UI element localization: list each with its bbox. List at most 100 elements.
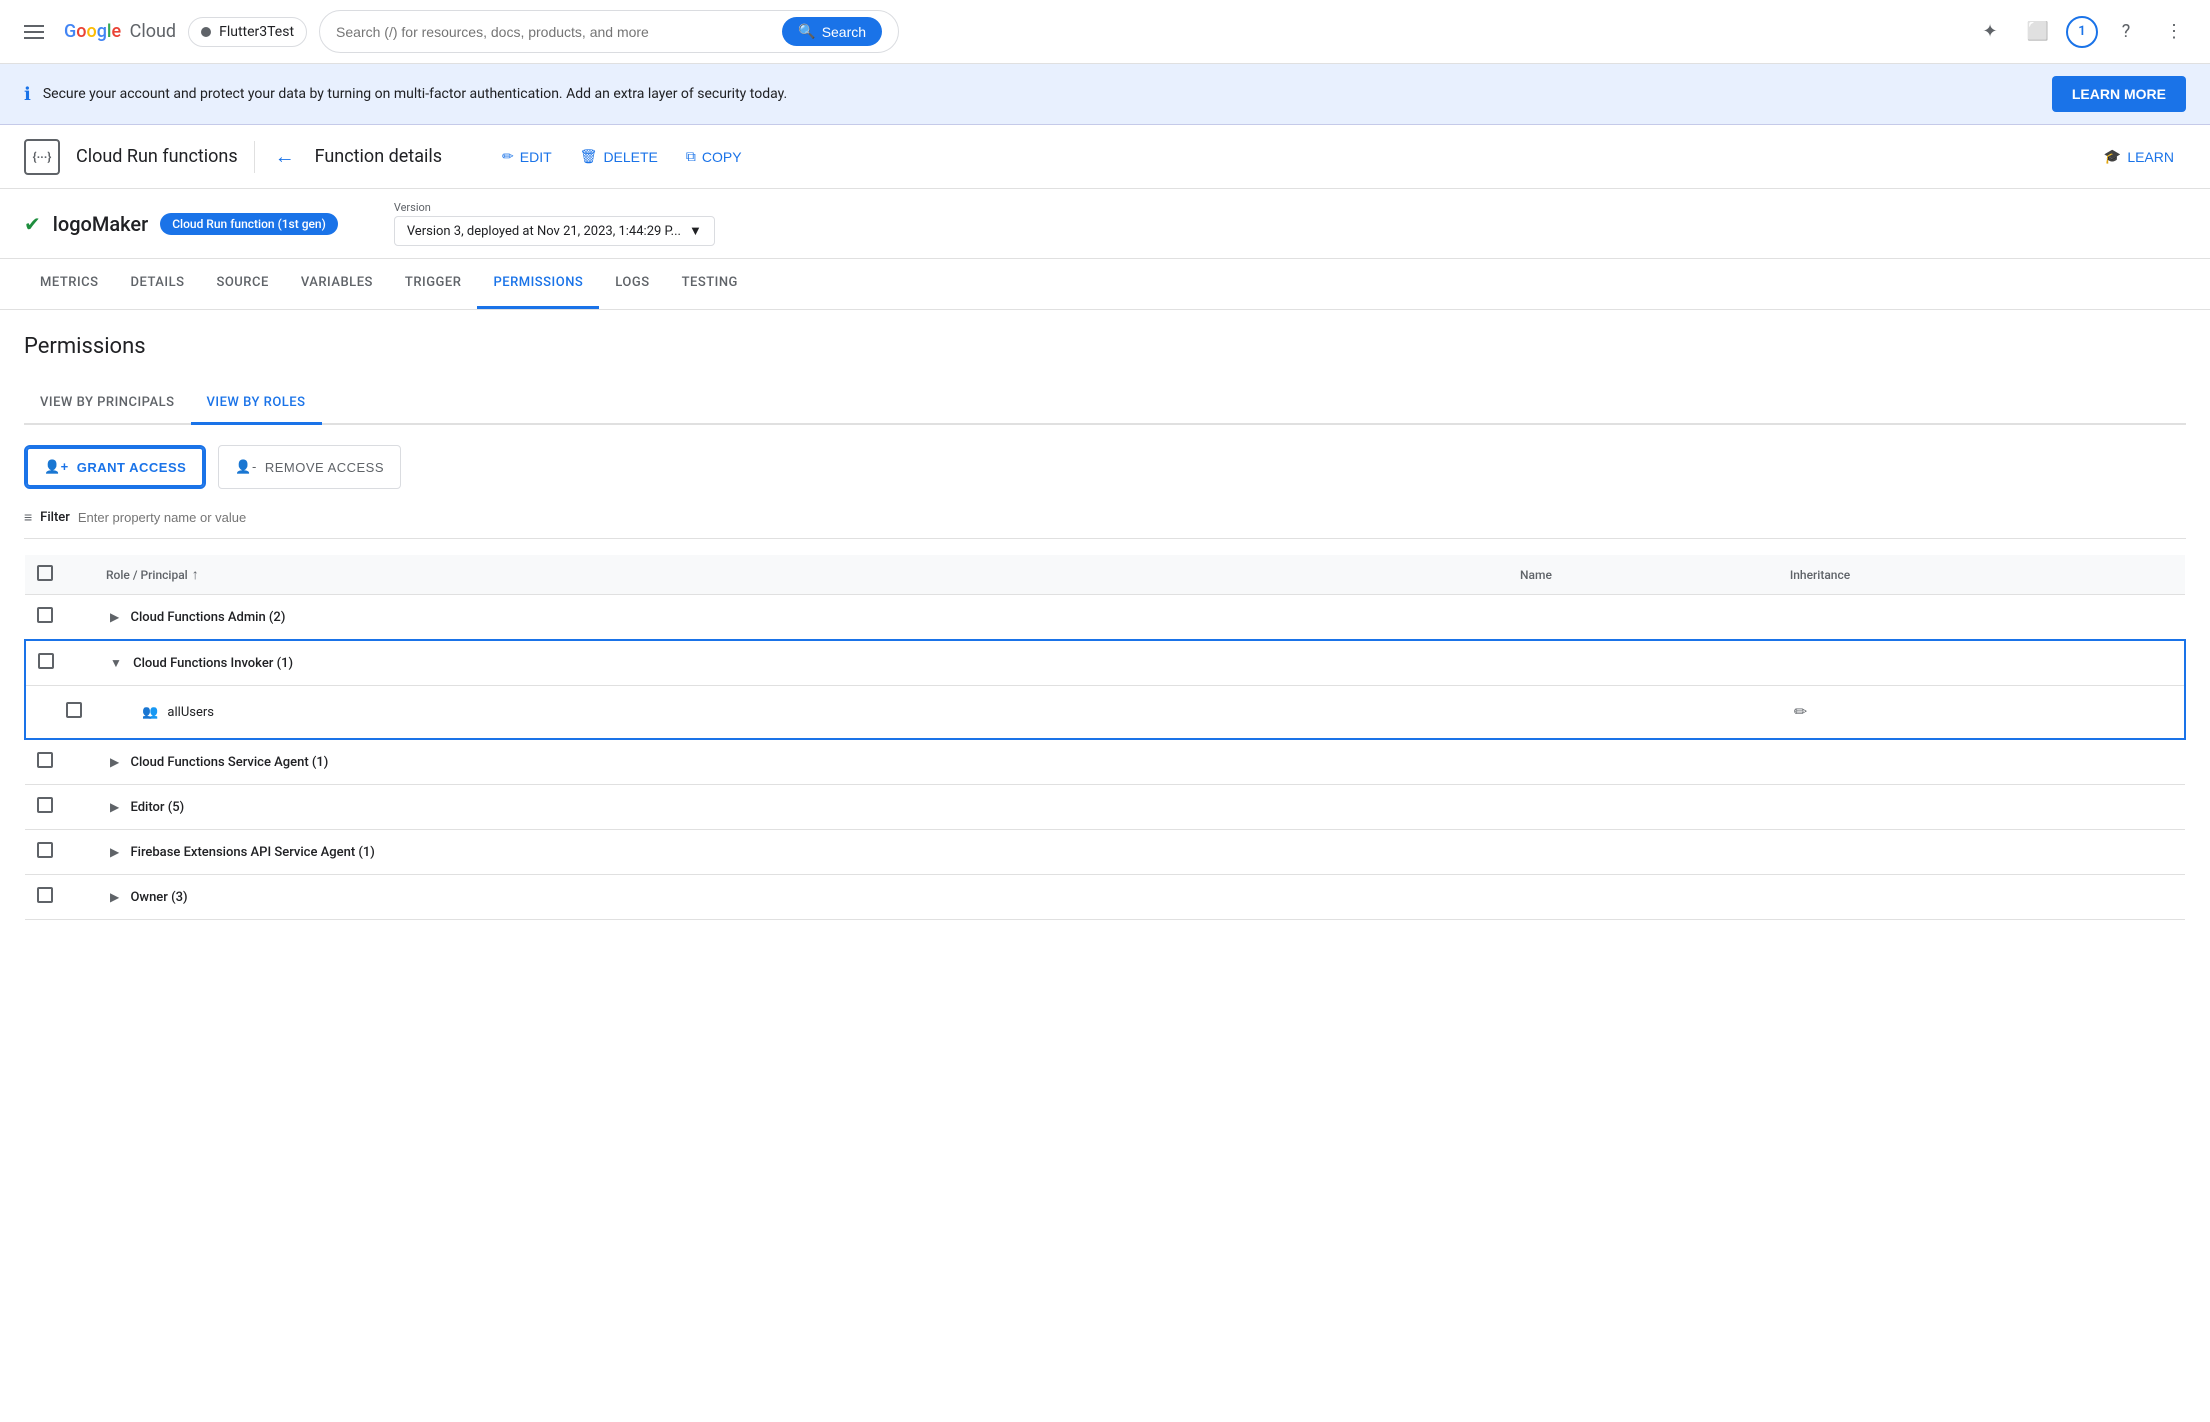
role-name: Cloud Functions Invoker (1) [133, 656, 293, 671]
sparkle-icon-btn[interactable]: ✦ [1970, 12, 2010, 52]
avatar-btn[interactable]: 1 [2066, 16, 2098, 48]
version-label: Version [394, 201, 715, 214]
role-name: Cloud Functions Admin (2) [130, 610, 285, 625]
table-row: ▼ Cloud Functions Invoker (1) [25, 640, 2185, 686]
version-dropdown[interactable]: Version 3, deployed at Nov 21, 2023, 1:4… [394, 216, 715, 246]
tab-logs[interactable]: LOGS [599, 259, 665, 309]
function-name: logoMaker [53, 212, 148, 236]
version-selector: Version Version 3, deployed at Nov 21, 2… [394, 201, 715, 246]
filter-row: ≡ Filter [24, 509, 2186, 539]
copy-icon: ⧉ [686, 148, 696, 165]
tab-details[interactable]: DETAILS [114, 259, 200, 309]
row-checkbox[interactable] [37, 887, 53, 903]
expand-icon[interactable]: ▶ [106, 888, 123, 906]
grant-access-button[interactable]: 👤+ GRANT ACCESS [26, 447, 204, 487]
header-actions: ✏ EDIT 🗑 DELETE ⧉ COPY [490, 140, 754, 173]
delete-button[interactable]: 🗑 DELETE [568, 140, 670, 173]
role-name-cell [1508, 875, 1778, 920]
table-row: ▶ Cloud Functions Service Agent (1) [25, 739, 2185, 785]
search-icon: 🔍 [798, 23, 815, 40]
google-cloud-logo: Google Cloud [64, 21, 176, 42]
expand-icon[interactable]: ▶ [106, 843, 123, 861]
sort-arrow-icon[interactable]: ↑ [192, 566, 199, 583]
terminal-icon-btn[interactable]: ⬜ [2018, 12, 2058, 52]
permissions-section-title: Permissions [24, 334, 2186, 359]
info-banner: ℹ Secure your account and protect your d… [0, 64, 2210, 125]
header-divider [254, 141, 255, 173]
tab-trigger[interactable]: TRIGGER [389, 259, 478, 309]
permissions-table: Role / Principal ↑ Name Inheritance ▶ Cl… [24, 555, 2186, 920]
project-selector[interactable]: Flutter3Test [188, 17, 307, 47]
expand-icon[interactable]: ▶ [106, 608, 123, 626]
edit-member-button[interactable]: ✏ [1790, 698, 1811, 726]
grant-access-highlight: 👤+ GRANT ACCESS [24, 445, 206, 489]
role-inheritance-cell [1778, 830, 2185, 875]
role-name: Firebase Extensions API Service Agent (1… [130, 845, 374, 860]
expand-icon[interactable]: ▼ [106, 654, 126, 672]
remove-person-icon: 👤- [235, 459, 257, 475]
sub-tab-view-by-roles[interactable]: VIEW BY ROLES [191, 383, 322, 425]
filter-icon: ≡ [24, 509, 32, 526]
tab-source[interactable]: SOURCE [200, 259, 284, 309]
function-name-badge: ✔ logoMaker Cloud Run function (1st gen) [24, 212, 338, 236]
expand-icon[interactable]: ▶ [106, 753, 123, 771]
row-checkbox[interactable] [37, 607, 53, 623]
table-row: ▶ Editor (5) [25, 785, 2185, 830]
expand-icon[interactable]: ▶ [106, 798, 123, 816]
role-name-cell [1508, 739, 1778, 785]
header-name: Name [1508, 555, 1778, 595]
project-dot-icon [201, 27, 211, 37]
back-button[interactable]: ← [271, 140, 299, 173]
edit-icon: ✏ [502, 148, 514, 165]
row-checkbox[interactable] [37, 797, 53, 813]
header-role-label: Role / Principal [106, 568, 188, 582]
member-group-icon: 👥 [142, 705, 158, 720]
tab-variables[interactable]: VARIABLES [285, 259, 389, 309]
select-all-checkbox[interactable] [37, 565, 53, 581]
main-content: Permissions VIEW BY PRINCIPALS VIEW BY R… [0, 310, 2210, 944]
row-checkbox[interactable] [37, 752, 53, 768]
version-value: Version 3, deployed at Nov 21, 2023, 1:4… [407, 224, 681, 239]
tab-permissions[interactable]: PERMISSIONS [477, 259, 599, 309]
sub-tab-view-by-principals[interactable]: VIEW BY PRINCIPALS [24, 383, 191, 425]
learn-button[interactable]: 🎓 LEARN [2092, 140, 2186, 173]
top-nav: Google Cloud Flutter3Test 🔍 Search ✦ ⬜ 1… [0, 0, 2210, 64]
role-inheritance-cell [1778, 595, 2185, 641]
header-inheritance: Inheritance [1778, 555, 2185, 595]
tab-metrics[interactable]: METRICS [24, 259, 114, 309]
remove-access-button[interactable]: 👤- REMOVE ACCESS [218, 445, 401, 489]
dropdown-arrow-icon: ▼ [689, 223, 702, 239]
role-name-cell [1508, 830, 1778, 875]
hamburger-menu[interactable] [16, 13, 52, 51]
role-name-cell [1508, 595, 1778, 641]
table-row: ▶ Cloud Functions Admin (2) [25, 595, 2185, 641]
function-info-row: ✔ logoMaker Cloud Run function (1st gen)… [0, 189, 2210, 259]
help-icon-btn[interactable]: ? [2106, 12, 2146, 52]
edit-button[interactable]: ✏ EDIT [490, 140, 564, 173]
row-checkbox[interactable] [66, 702, 82, 718]
nav-icons: ✦ ⬜ 1 ? ⋮ [1970, 12, 2194, 52]
check-icon: ✔ [24, 212, 41, 236]
learn-more-button[interactable]: LEARN MORE [2052, 76, 2186, 112]
search-button[interactable]: 🔍 Search [782, 17, 882, 46]
info-icon: ℹ [24, 84, 31, 105]
member-name: allUsers [167, 705, 214, 720]
main-tabs: METRICS DETAILS SOURCE VARIABLES TRIGGER… [0, 259, 2210, 310]
role-inheritance-cell [1778, 785, 2185, 830]
table-row: 👥 allUsers ✏ [25, 686, 2185, 740]
tab-testing[interactable]: TESTING [666, 259, 754, 309]
action-buttons: 👤+ GRANT ACCESS 👤- REMOVE ACCESS [24, 445, 2186, 489]
more-options-btn[interactable]: ⋮ [2154, 12, 2194, 52]
row-checkbox[interactable] [38, 653, 54, 669]
function-header: {···} Cloud Run functions ← Function det… [0, 125, 2210, 189]
header-role-principal: Role / Principal ↑ [94, 555, 1508, 595]
search-bar: 🔍 Search [319, 10, 899, 53]
row-checkbox[interactable] [37, 842, 53, 858]
search-input[interactable] [336, 24, 774, 40]
filter-input[interactable] [78, 510, 2186, 525]
add-person-icon: 👤+ [44, 459, 69, 475]
permissions-sub-tabs: VIEW BY PRINCIPALS VIEW BY ROLES [24, 383, 2186, 425]
cloud-run-icon: {···} [24, 139, 60, 175]
copy-button[interactable]: ⧉ COPY [674, 140, 754, 173]
role-inheritance-cell [1778, 875, 2185, 920]
